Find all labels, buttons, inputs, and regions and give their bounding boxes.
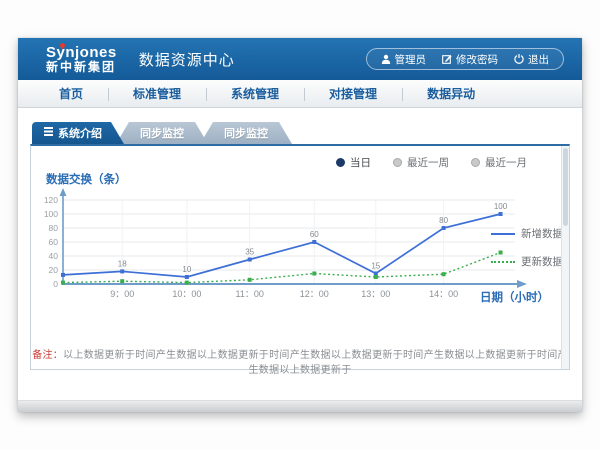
- brand-name: Synjones: [46, 45, 117, 61]
- svg-text:10: 10: [182, 265, 191, 274]
- svg-text:18: 18: [118, 259, 127, 268]
- y-axis-title: 数据交换（条）: [46, 171, 127, 187]
- nav-item-standard-mgmt[interactable]: 标准管理: [108, 85, 206, 102]
- list-icon: [44, 127, 53, 139]
- svg-text:14：00: 14：00: [429, 289, 458, 299]
- chart-legend: 新增数据 更新数据: [491, 226, 571, 282]
- svg-text:80: 80: [439, 216, 448, 225]
- svg-text:20: 20: [49, 265, 59, 275]
- logo[interactable]: Synjones 新中新集团: [46, 45, 117, 73]
- svg-text:60: 60: [310, 230, 319, 239]
- radio-dot: [336, 158, 345, 167]
- radio-dot: [471, 158, 480, 167]
- tab-system-intro[interactable]: 系统介绍: [32, 122, 124, 144]
- nav-item-interface-mgmt[interactable]: 对接管理: [304, 85, 402, 102]
- legend-item-new-data[interactable]: 新增数据: [491, 226, 571, 241]
- admin-user-button[interactable]: 管理员: [381, 52, 427, 67]
- panel-scrollbar[interactable]: [561, 146, 569, 369]
- radio-last-month[interactable]: 最近一月: [471, 155, 527, 170]
- svg-text:100: 100: [44, 209, 58, 219]
- line-chart: 0 20 40 60 80 100 120 9：00 10：00 11：00 12：00 13：00 1…: [37, 186, 529, 310]
- app-footer-strip: [18, 400, 582, 412]
- legend-line-dotted: [491, 261, 515, 263]
- page: Synjones 新中新集团 数据资源中心 管理员 修改密码 退出: [0, 0, 600, 450]
- user-icon: [381, 54, 391, 64]
- svg-text:80: 80: [49, 223, 59, 233]
- app-header: Synjones 新中新集团 数据资源中心 管理员 修改密码 退出: [18, 38, 582, 80]
- x-axis-title: 日期（小时）: [480, 289, 549, 305]
- legend-item-updated-data[interactable]: 更新数据: [491, 254, 571, 269]
- change-password-button[interactable]: 修改密码: [442, 52, 498, 67]
- legend-line-solid: [491, 233, 515, 235]
- svg-text:40: 40: [49, 251, 59, 261]
- note-text: 以上数据更新于时间产生数据以上数据更新于时间产生数据以上数据更新于时间产生数据以…: [63, 350, 568, 376]
- nav-item-system-mgmt[interactable]: 系统管理: [206, 85, 304, 102]
- svg-text:11：00: 11：00: [235, 289, 263, 299]
- svg-text:60: 60: [49, 237, 59, 247]
- range-selector: 当日 最近一周 最近一月: [336, 155, 527, 170]
- scrollbar-thumb[interactable]: [563, 148, 568, 226]
- svg-text:10：00: 10：00: [172, 289, 201, 299]
- tab-bar: 系统介绍 同步监控 同步监控: [32, 122, 570, 144]
- svg-text:100: 100: [494, 202, 508, 211]
- svg-text:0: 0: [53, 279, 58, 289]
- radio-last-week[interactable]: 最近一周: [393, 155, 449, 170]
- note-label: 备注：: [32, 350, 63, 361]
- svg-text:9：00: 9：00: [110, 289, 134, 299]
- chart-panel: 当日 最近一周 最近一月 数据交换（条） 0 20 40 60 80 100 120 9：00…: [30, 144, 570, 370]
- nav-item-home[interactable]: 首页: [34, 85, 108, 102]
- tab-sync-monitor-1[interactable]: 同步监控: [116, 122, 208, 144]
- svg-text:15: 15: [371, 262, 380, 271]
- svg-text:13：00: 13：00: [361, 289, 390, 299]
- content-area: 系统介绍 同步监控 同步监控 当日 最近一周: [18, 108, 582, 400]
- svg-text:12：00: 12：00: [300, 289, 329, 299]
- page-title: 数据资源中心: [139, 49, 235, 70]
- edit-icon: [442, 54, 452, 64]
- logout-button[interactable]: 退出: [514, 52, 549, 67]
- brand-chinese-name: 新中新集团: [46, 61, 117, 74]
- app-window: Synjones 新中新集团 数据资源中心 管理员 修改密码 退出: [18, 38, 582, 412]
- tab-sync-monitor-2[interactable]: 同步监控: [200, 122, 292, 144]
- main-nav: 首页 标准管理 系统管理 对接管理 数据异动: [18, 80, 582, 108]
- svg-text:35: 35: [245, 248, 254, 257]
- footer-note: 备注：以上数据更新于时间产生数据以上数据更新于时间产生数据以上数据更新于时间产生…: [31, 346, 569, 376]
- radio-dot: [393, 158, 402, 167]
- power-icon: [514, 54, 524, 64]
- user-menu: 管理员 修改密码 退出: [366, 48, 565, 70]
- svg-text:120: 120: [44, 195, 58, 205]
- radio-today[interactable]: 当日: [336, 155, 371, 170]
- nav-item-data-change[interactable]: 数据异动: [402, 85, 500, 102]
